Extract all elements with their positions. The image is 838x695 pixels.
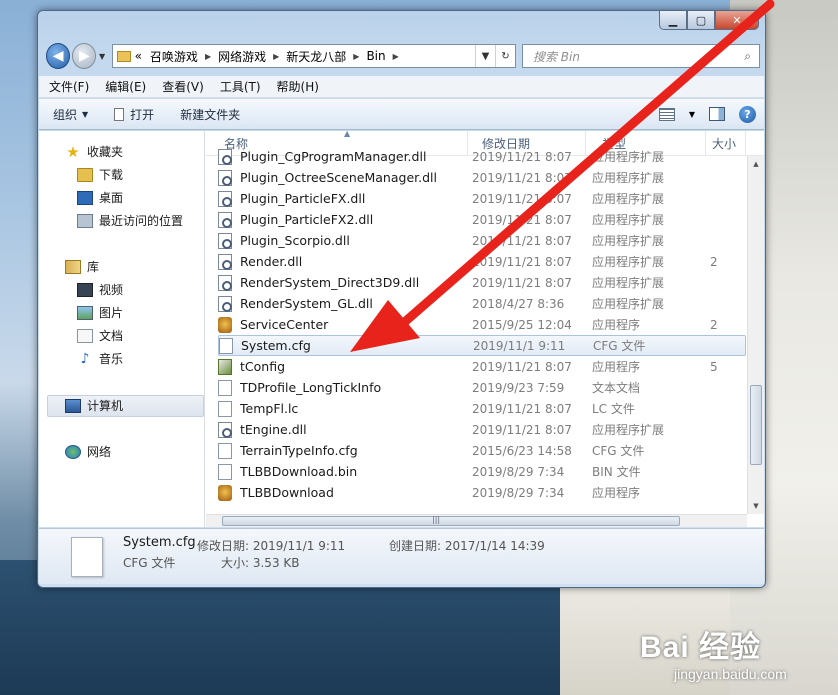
arrow-shaft: [395, 0, 775, 331]
baidu-jingyan-logo: Bai 经验: [640, 631, 762, 664]
arrow-head: [350, 300, 420, 352]
watermark-url: jingyan.baidu.com: [674, 666, 787, 682]
watermark: Bai 经验 jingyan.baidu.com: [640, 622, 787, 682]
annotation-arrow: [350, 0, 775, 352]
